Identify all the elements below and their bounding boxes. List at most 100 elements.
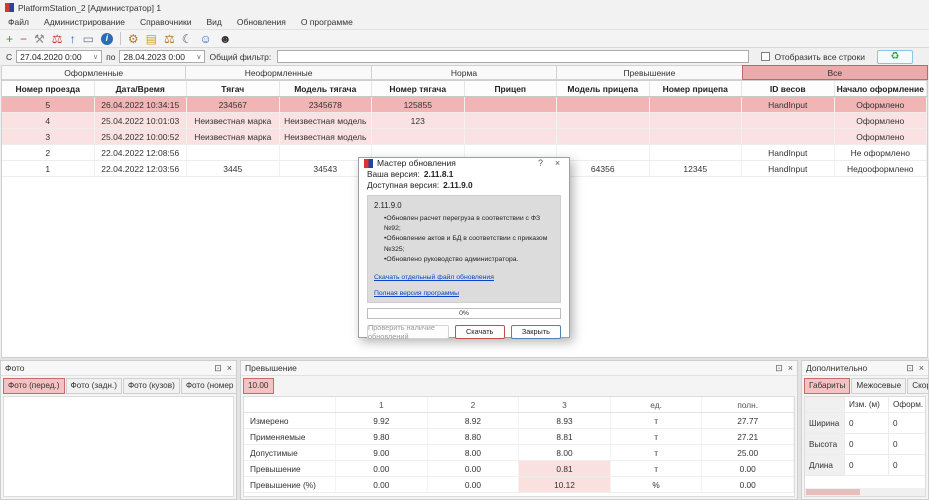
table-row[interactable]: 526.04.2022 10:34:152345672345678125855 H… [2,97,927,113]
column-header[interactable]: Номер прицепа [650,81,743,96]
column-header[interactable]: Тягач [187,81,280,96]
column-header[interactable]: Номер проезда [2,81,95,96]
table-cell[interactable]: 64356 [557,161,650,176]
refresh-button[interactable]: ♻ [877,50,913,64]
vehicle-icon[interactable]: ⚙ [128,33,139,45]
table-cell[interactable] [650,97,743,112]
date-from-combobox[interactable]: 27.04.2020 0:00 ∨ [16,50,102,63]
download-update-file-link[interactable]: Скачать отдельный файл обновления [374,274,494,281]
column-header[interactable]: Дата/Время [95,81,188,96]
users-icon[interactable]: ☻ [219,33,232,45]
table-cell[interactable] [557,113,650,128]
window-icon[interactable]: ▭ [83,33,94,45]
extra-tab-Межосевые[interactable]: Межосевые [851,378,906,394]
table-cell[interactable]: 4 [2,113,95,128]
remove-icon[interactable]: − [20,33,27,45]
global-filter-input[interactable] [277,50,749,63]
pin-icon[interactable]: ⊡ [906,364,914,373]
table-cell[interactable]: 2 [2,145,95,160]
table-cell[interactable]: 3445 [187,161,280,176]
table-cell[interactable]: Оформлено [835,113,928,128]
table-cell[interactable] [557,129,650,144]
column-header[interactable]: Прицеп [465,81,558,96]
photo-tab[interactable]: Фото (номер пе [181,378,236,394]
extra-tab-Габариты[interactable]: Габариты [804,378,850,394]
photo-tab[interactable]: Фото (кузов) [123,378,180,394]
view-tab-Превышение[interactable]: Превышение [556,65,742,80]
table-cell[interactable] [650,129,743,144]
column-header[interactable]: Начало оформление [835,81,928,96]
horizontal-scrollbar[interactable] [805,488,925,496]
add-icon[interactable]: + [6,33,13,45]
table-cell[interactable]: 2345678 [280,97,373,112]
cargo-icon[interactable]: ▤ [146,33,157,45]
menu-item-О программе[interactable]: О программе [301,17,353,27]
pin-icon[interactable]: ⊡ [214,364,222,373]
menu-item-Обновления[interactable]: Обновления [237,17,286,27]
table-cell[interactable]: 22.04.2022 12:03:56 [95,161,188,176]
view-tab-Оформленные[interactable]: Оформленные [1,65,186,80]
close-icon[interactable]: × [227,364,232,373]
download-button[interactable]: Скачать [455,325,505,339]
truck-icon[interactable]: ⚖ [164,33,175,45]
table-cell[interactable] [742,113,835,128]
table-cell[interactable]: HandInput [742,161,835,176]
menu-item-Вид[interactable]: Вид [206,17,221,27]
table-cell[interactable]: 25.04.2022 10:00:52 [95,129,188,144]
pin-icon[interactable]: ⊡ [775,364,783,373]
table-row[interactable]: 325.04.2022 10:00:52Неизвестная маркаНеи… [2,129,927,145]
table-cell[interactable] [465,97,558,112]
excess-tab-10[interactable]: 10.00 [243,378,274,394]
table-cell[interactable]: 125855 [372,97,465,112]
column-header[interactable]: Модель прицепа [557,81,650,96]
user-icon[interactable]: ☺ [200,33,212,45]
column-header[interactable]: Модель тягача [280,81,373,96]
table-cell[interactable]: 12345 [650,161,743,176]
view-tab-Норма[interactable]: Норма [371,65,557,80]
table-cell[interactable]: Неизвестная модель [280,129,373,144]
view-tab-Неоформленные[interactable]: Неоформленные [185,65,371,80]
table-cell[interactable]: 22.04.2022 12:08:56 [95,145,188,160]
extra-tab-Скорость[interactable]: Скорость [907,378,928,394]
table-cell[interactable]: 5 [2,97,95,112]
table-cell[interactable]: Неизвестная марка [187,113,280,128]
table-cell[interactable]: Неизвестная модель [280,113,373,128]
view-tab-Все[interactable]: Все [742,65,928,80]
help-button[interactable]: ? [534,158,547,168]
table-cell[interactable]: 123 [372,113,465,128]
table-cell[interactable] [187,145,280,160]
close-icon[interactable]: × [551,158,564,168]
table-cell[interactable]: 1 [2,161,95,176]
info-icon[interactable]: i [101,33,113,45]
scrollbar-thumb[interactable] [806,489,860,495]
menu-item-Администрирование[interactable]: Администрирование [44,17,125,27]
close-icon[interactable]: × [788,364,793,373]
table-cell[interactable]: HandInput [742,145,835,160]
table-cell[interactable]: Не оформлено [835,145,928,160]
column-header[interactable]: ID весов [742,81,835,96]
table-cell[interactable]: Недооформлено [835,161,928,176]
photo-tab[interactable]: Фото (перед.) [3,378,65,394]
table-cell[interactable]: Оформлено [835,129,928,144]
tools-icon[interactable]: ⚒ [34,33,45,45]
menu-item-Справочники[interactable]: Справочники [140,17,192,27]
table-row[interactable]: 425.04.2022 10:01:03Неизвестная маркаНеи… [2,113,927,129]
close-icon[interactable]: × [919,364,924,373]
table-cell[interactable]: Неизвестная марка [187,129,280,144]
table-cell[interactable] [650,113,743,128]
table-cell[interactable]: Оформлено [835,97,928,112]
date-to-combobox[interactable]: 28.04.2023 0:00 ∨ [119,50,205,63]
menu-item-Файл[interactable]: Файл [8,17,29,27]
table-cell[interactable]: 3 [2,129,95,144]
full-version-link[interactable]: Полная версия программы [374,290,459,297]
close-button[interactable]: Закрыть [511,325,561,339]
table-cell[interactable]: HandInput [742,97,835,112]
table-cell[interactable] [372,129,465,144]
table-cell[interactable] [557,145,650,160]
moon-icon[interactable]: ☾ [182,33,193,45]
table-cell[interactable]: 234567 [187,97,280,112]
photo-tab[interactable]: Фото (задн.) [66,378,122,394]
show-all-checkbox[interactable] [761,52,770,61]
table-cell[interactable]: 26.04.2022 10:34:15 [95,97,188,112]
table-cell[interactable] [465,129,558,144]
